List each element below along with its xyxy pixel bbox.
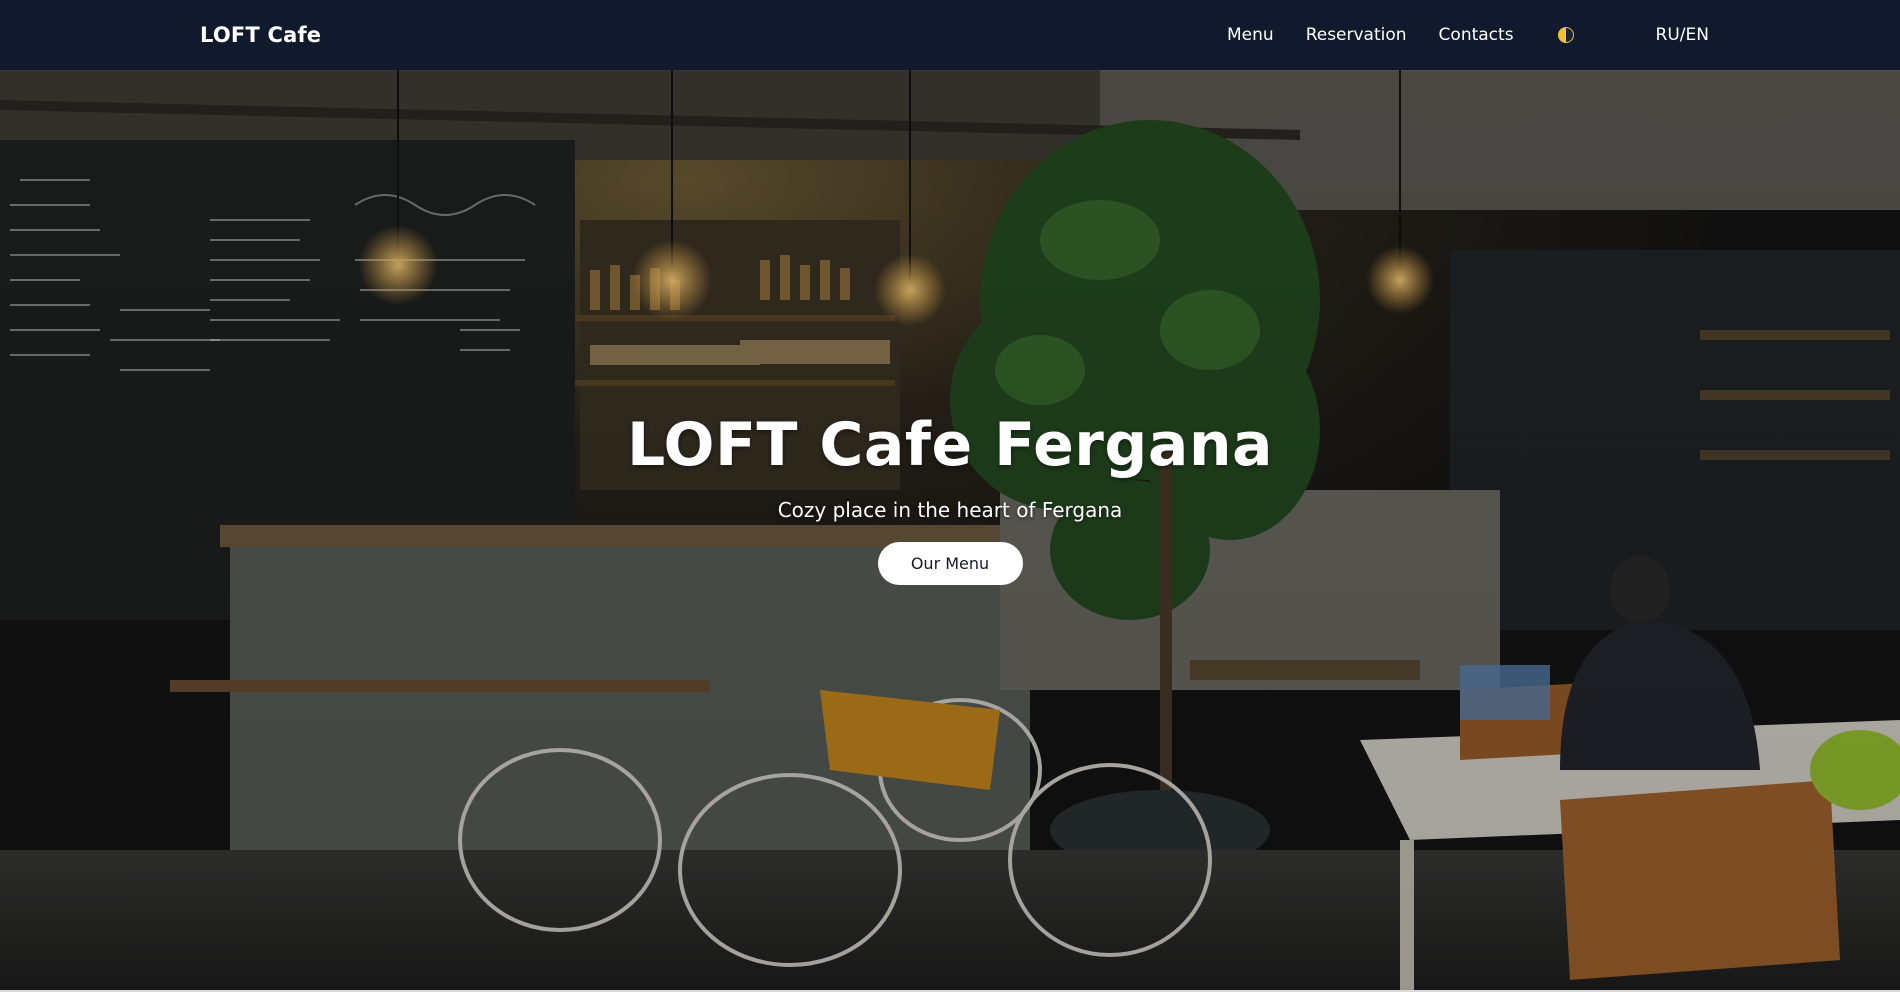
nav-contacts-link[interactable]: Contacts — [1439, 25, 1514, 45]
hero-title: LOFT Cafe Fergana — [626, 410, 1274, 480]
hero-subtitle: Cozy place in the heart of Fergana — [777, 498, 1123, 522]
nav-reservation-link[interactable]: Reservation — [1306, 25, 1407, 45]
language-switch[interactable]: RU/EN — [1656, 25, 1709, 45]
our-menu-button[interactable]: Our Menu — [877, 542, 1023, 585]
brand-logo[interactable]: LOFT Cafe — [200, 23, 321, 47]
main-nav: Menu Reservation Contacts RU/EN — [1227, 25, 1709, 45]
site-header: LOFT Cafe Menu Reservation Contacts RU/E… — [0, 0, 1900, 70]
theme-toggle-icon[interactable] — [1557, 27, 1574, 43]
hero-content: LOFT Cafe Fergana Cozy place in the hear… — [0, 410, 1900, 585]
hero-section: LOFT Cafe Fergana Cozy place in the hear… — [0, 70, 1900, 992]
nav-menu-link[interactable]: Menu — [1227, 25, 1274, 45]
